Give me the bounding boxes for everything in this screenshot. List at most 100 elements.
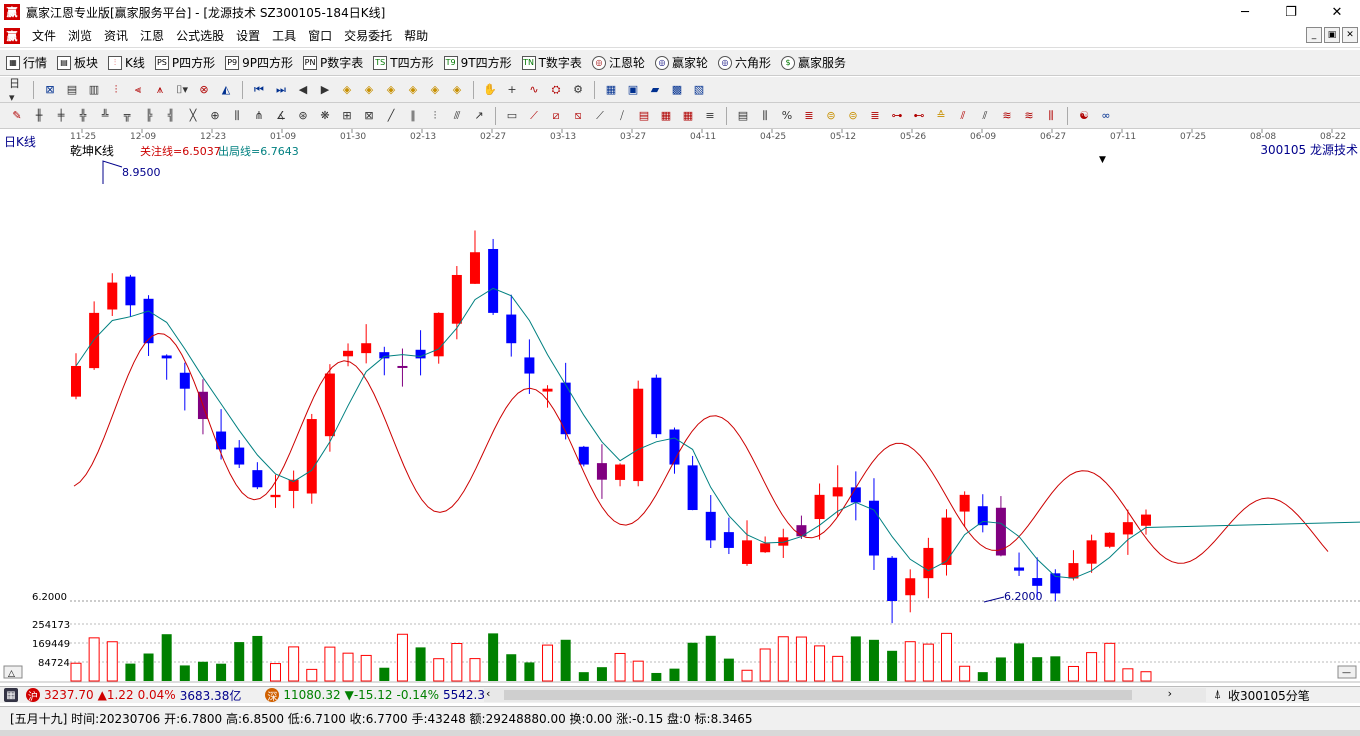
curve-icon[interactable]: ∿ bbox=[526, 82, 542, 98]
grid-tool-2-icon[interactable]: ╪ bbox=[53, 108, 69, 124]
diamond-6-icon[interactable]: ◈ bbox=[449, 82, 465, 98]
fib-13-icon[interactable]: ≋ bbox=[1021, 108, 1037, 124]
menu-logo-icon[interactable]: 赢 bbox=[4, 27, 20, 44]
period-select-icon[interactable]: 日▾ bbox=[9, 77, 25, 104]
diamond-1-icon[interactable]: ◈ bbox=[339, 82, 355, 98]
menu-window[interactable]: 窗口 bbox=[302, 26, 338, 46]
tb-sector-button[interactable]: ▤ 板块 bbox=[57, 54, 98, 71]
save-icon[interactable]: ▰ bbox=[647, 82, 663, 98]
menu-settings[interactable]: 设置 bbox=[230, 26, 266, 46]
yinyang-icon[interactable]: ☯ bbox=[1076, 108, 1092, 124]
menu-info[interactable]: 资讯 bbox=[98, 26, 134, 46]
channel-tool-icon[interactable]: ⫻ bbox=[449, 108, 465, 124]
angle-tool-icon[interactable]: ∡ bbox=[273, 108, 289, 124]
draw-4-icon[interactable]: ⟋ bbox=[592, 108, 608, 124]
tb-p-number-table-button[interactable]: PN P数字表 bbox=[303, 54, 363, 71]
spiral-tool-icon[interactable]: ❋ bbox=[317, 108, 333, 124]
draw-9-icon[interactable]: ≡ bbox=[702, 108, 718, 124]
diamond-2-icon[interactable]: ◈ bbox=[361, 82, 377, 98]
mdi-restore-button[interactable]: ▣ bbox=[1324, 27, 1340, 43]
menu-browse[interactable]: 浏览 bbox=[62, 26, 98, 46]
grid-tool-1-icon[interactable]: ╫ bbox=[31, 108, 47, 124]
draw-7-icon[interactable]: ▦ bbox=[658, 108, 674, 124]
fan-tool-icon[interactable]: ⊛ bbox=[295, 108, 311, 124]
scroll-left-icon[interactable]: ‹ bbox=[486, 687, 490, 700]
bar-icon[interactable]: ⫶ bbox=[108, 82, 124, 98]
fib-2-icon[interactable]: ⫼ bbox=[757, 108, 773, 124]
menu-help[interactable]: 帮助 bbox=[398, 26, 434, 46]
hand-icon[interactable]: ✋ bbox=[482, 82, 498, 98]
tb-winner-wheel-button[interactable]: ◎ 赢家轮 bbox=[654, 54, 708, 71]
tb-gann-wheel-button[interactable]: ◎ 江恩轮 bbox=[591, 54, 645, 71]
minimize-button[interactable]: ─ bbox=[1222, 0, 1268, 24]
ray-tool-icon[interactable]: ↗ bbox=[471, 108, 487, 124]
draw-8-icon[interactable]: ▦ bbox=[680, 108, 696, 124]
menu-gann[interactable]: 江恩 bbox=[134, 26, 170, 46]
tb-9t-square-button[interactable]: T9 9T四方形 bbox=[443, 54, 512, 71]
gear-icon[interactable]: ⚙ bbox=[570, 82, 586, 98]
menu-tools[interactable]: 工具 bbox=[266, 26, 302, 46]
fib-5-icon[interactable]: ⊜ bbox=[845, 108, 861, 124]
close-button[interactable]: ✕ bbox=[1314, 0, 1360, 24]
line-tool-icon[interactable]: ╱ bbox=[383, 108, 399, 124]
bars-tool-icon[interactable]: ⫼ bbox=[229, 108, 245, 124]
comb-tool-icon[interactable]: ⫶ bbox=[427, 108, 443, 124]
fib-3-icon[interactable]: ≣ bbox=[801, 108, 817, 124]
fib-14-icon[interactable]: ⫼ bbox=[1043, 108, 1059, 124]
weight-icon[interactable]: ⊗ bbox=[196, 82, 212, 98]
menu-file[interactable]: 文件 bbox=[26, 26, 62, 46]
calendar-icon[interactable]: ▦ bbox=[603, 82, 619, 98]
tb-9p-square-button[interactable]: P9 9P四方形 bbox=[225, 54, 293, 71]
fib-12-icon[interactable]: ≋ bbox=[999, 108, 1015, 124]
grid-tool-3-icon[interactable]: ╬ bbox=[75, 108, 91, 124]
percent-icon[interactable]: % bbox=[779, 108, 795, 124]
parallel-tool-icon[interactable]: ∥ bbox=[405, 108, 421, 124]
square-tool-icon[interactable]: ⊞ bbox=[339, 108, 355, 124]
rect-tool-icon[interactable]: ▭ bbox=[504, 108, 520, 124]
tb-kline-button[interactable]: ⫶ K线 bbox=[108, 54, 145, 71]
calculator-icon[interactable]: ▣ bbox=[625, 82, 641, 98]
draw-2-icon[interactable]: ⧄ bbox=[548, 108, 564, 124]
chart-svg[interactable]: 11-25 12-09 12-23 01-09 01-30 02-13 02-27 03-13… bbox=[0, 129, 1360, 685]
tb-t-square-button[interactable]: TS T四方形 bbox=[373, 54, 434, 71]
infinity-icon[interactable]: ∞ bbox=[1098, 108, 1114, 124]
first-icon[interactable]: ⏮ bbox=[251, 82, 267, 98]
candle-icon[interactable]: ⫷ bbox=[130, 82, 146, 98]
draw-5-icon[interactable]: ⧸ bbox=[614, 108, 630, 124]
diamond-4-icon[interactable]: ◈ bbox=[405, 82, 421, 98]
fib-4-icon[interactable]: ⊜ bbox=[823, 108, 839, 124]
grid-tool-7-icon[interactable]: ╣ bbox=[163, 108, 179, 124]
fib-1-icon[interactable]: ▤ bbox=[735, 108, 751, 124]
fib-6-icon[interactable]: ≣ bbox=[867, 108, 883, 124]
chart-type-icon[interactable]: ⊠ bbox=[42, 82, 58, 98]
draw-6-icon[interactable]: ▤ bbox=[636, 108, 652, 124]
mdi-close-button[interactable]: ✕ bbox=[1342, 27, 1358, 43]
folder-icon[interactable]: ▩ bbox=[669, 82, 685, 98]
scroll-thumb[interactable] bbox=[504, 690, 1132, 700]
mdi-minimize-button[interactable]: _ bbox=[1306, 27, 1322, 43]
price-select-icon[interactable]: ⌷▾ bbox=[174, 82, 190, 98]
next-icon[interactable]: ▶ bbox=[317, 82, 333, 98]
brush-icon[interactable]: ◭ bbox=[218, 82, 234, 98]
fib-8-icon[interactable]: ⊷ bbox=[911, 108, 927, 124]
grid-tool-8-icon[interactable]: ╳ bbox=[185, 108, 201, 124]
grid-tool-4-icon[interactable]: ╩ bbox=[97, 108, 113, 124]
crosshair-icon[interactable]: + bbox=[504, 82, 520, 98]
fib-9-icon[interactable]: ≙ bbox=[933, 108, 949, 124]
circle-grid-icon[interactable]: ⊕ bbox=[207, 108, 223, 124]
grid-tool-6-icon[interactable]: ╠ bbox=[141, 108, 157, 124]
kline-chart[interactable]: 11-25 12-09 12-23 01-09 01-30 02-13 02-27 03-13… bbox=[0, 129, 1360, 685]
grid-tool-5-icon[interactable]: ╦ bbox=[119, 108, 135, 124]
pen-icon[interactable]: ✎ bbox=[9, 108, 25, 124]
tb-winner-service-button[interactable]: $ 赢家服务 bbox=[780, 54, 846, 71]
menu-formula-screen[interactable]: 公式选股 bbox=[170, 26, 230, 46]
tb-hexagon-button[interactable]: ◎ 六角形 bbox=[717, 54, 771, 71]
line-icon[interactable]: ⩚ bbox=[152, 82, 168, 98]
tb-p-square-button[interactable]: PS P四方形 bbox=[154, 54, 215, 71]
tb-t-number-table-button[interactable]: TN T数字表 bbox=[521, 54, 582, 71]
draw-1-icon[interactable]: ⟋ bbox=[526, 108, 542, 124]
dropdown-marker-icon[interactable]: ▼ bbox=[1099, 155, 1106, 165]
scroll-right-icon[interactable]: › bbox=[1168, 687, 1172, 700]
horizontal-scrollbar[interactable]: ‹ › bbox=[484, 687, 1206, 702]
maximize-button[interactable]: ❐ bbox=[1268, 0, 1314, 24]
